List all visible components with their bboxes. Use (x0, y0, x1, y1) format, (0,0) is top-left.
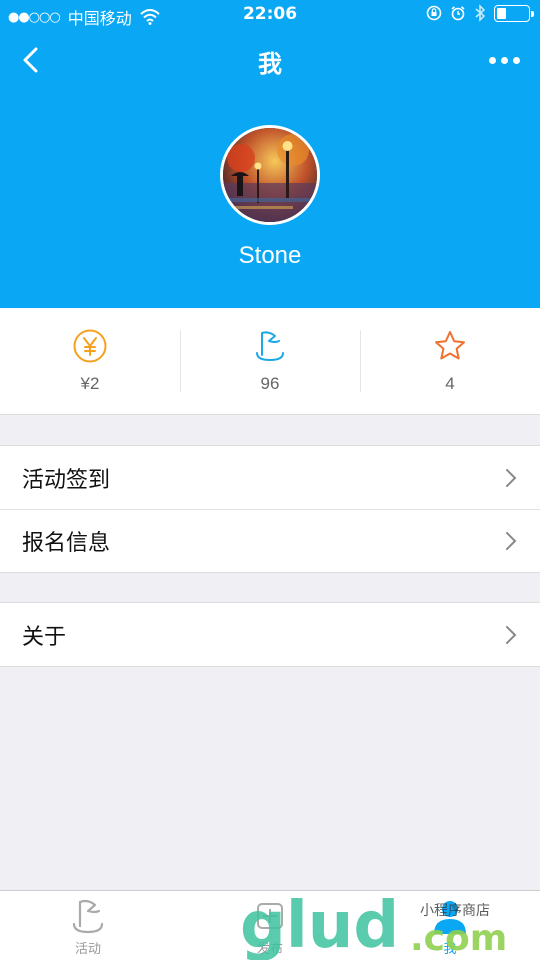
menu-item-checkin[interactable]: 活动签到 (0, 446, 540, 509)
tab-me[interactable]: 我 (412, 891, 488, 960)
stat-activities[interactable]: 96 (180, 308, 360, 414)
flag-icon (72, 899, 104, 934)
chevron-right-icon (506, 625, 517, 644)
nav-bar: 我 (0, 30, 540, 90)
menu-item-label: 活动签到 (22, 467, 111, 493)
rotation-lock-icon (426, 5, 442, 21)
tab-label: 我 (443, 942, 457, 957)
more-dot-icon (512, 56, 520, 64)
alarm-icon (451, 6, 465, 21)
star-icon (435, 331, 465, 360)
menu-item-label: 关于 (22, 624, 67, 650)
stat-balance[interactable]: ¥2 (0, 308, 180, 414)
tab-bar: 活动 发布 我 (0, 890, 540, 960)
stat-favorites[interactable]: 4 (360, 308, 540, 414)
stat-balance-value: ¥2 (80, 374, 100, 393)
battery-icon (494, 4, 534, 22)
menu-group-about: 关于 (0, 602, 540, 667)
tab-label: 活动 (74, 942, 101, 957)
flag-icon (256, 331, 284, 362)
more-dot-icon (500, 56, 508, 64)
username: Stone (238, 242, 302, 269)
tab-label: 发布 (256, 942, 283, 957)
chevron-right-icon (506, 532, 517, 550)
user-icon (434, 901, 466, 934)
tab-activities[interactable]: 活动 (50, 891, 126, 960)
menu-item-about[interactable]: 关于 (0, 603, 540, 666)
more-options-button[interactable] (484, 48, 524, 72)
bluetooth-icon (475, 4, 486, 22)
avatar-image (223, 128, 317, 222)
page-title: 我 (258, 50, 282, 78)
menu-group-activity: 活动签到 报名信息 (0, 445, 540, 573)
stat-favorites-value: 4 (445, 374, 455, 393)
avatar[interactable] (220, 125, 320, 225)
stats-row: ¥2 96 4 (0, 308, 540, 415)
status-bar: ●●○○○ 中国移动 22:06 (0, 0, 540, 30)
yen-circle-icon (73, 329, 107, 363)
stat-activities-value: 96 (260, 374, 280, 393)
menu-item-registration-info[interactable]: 报名信息 (0, 509, 540, 572)
profile-header: ●●○○○ 中国移动 22:06 我 Stone (0, 0, 540, 308)
more-dot-icon (488, 56, 496, 64)
plus-icon (257, 903, 283, 929)
menu-item-label: 报名信息 (22, 531, 111, 556)
tab-publish[interactable]: 发布 (232, 891, 308, 960)
chevron-right-icon (506, 468, 517, 487)
